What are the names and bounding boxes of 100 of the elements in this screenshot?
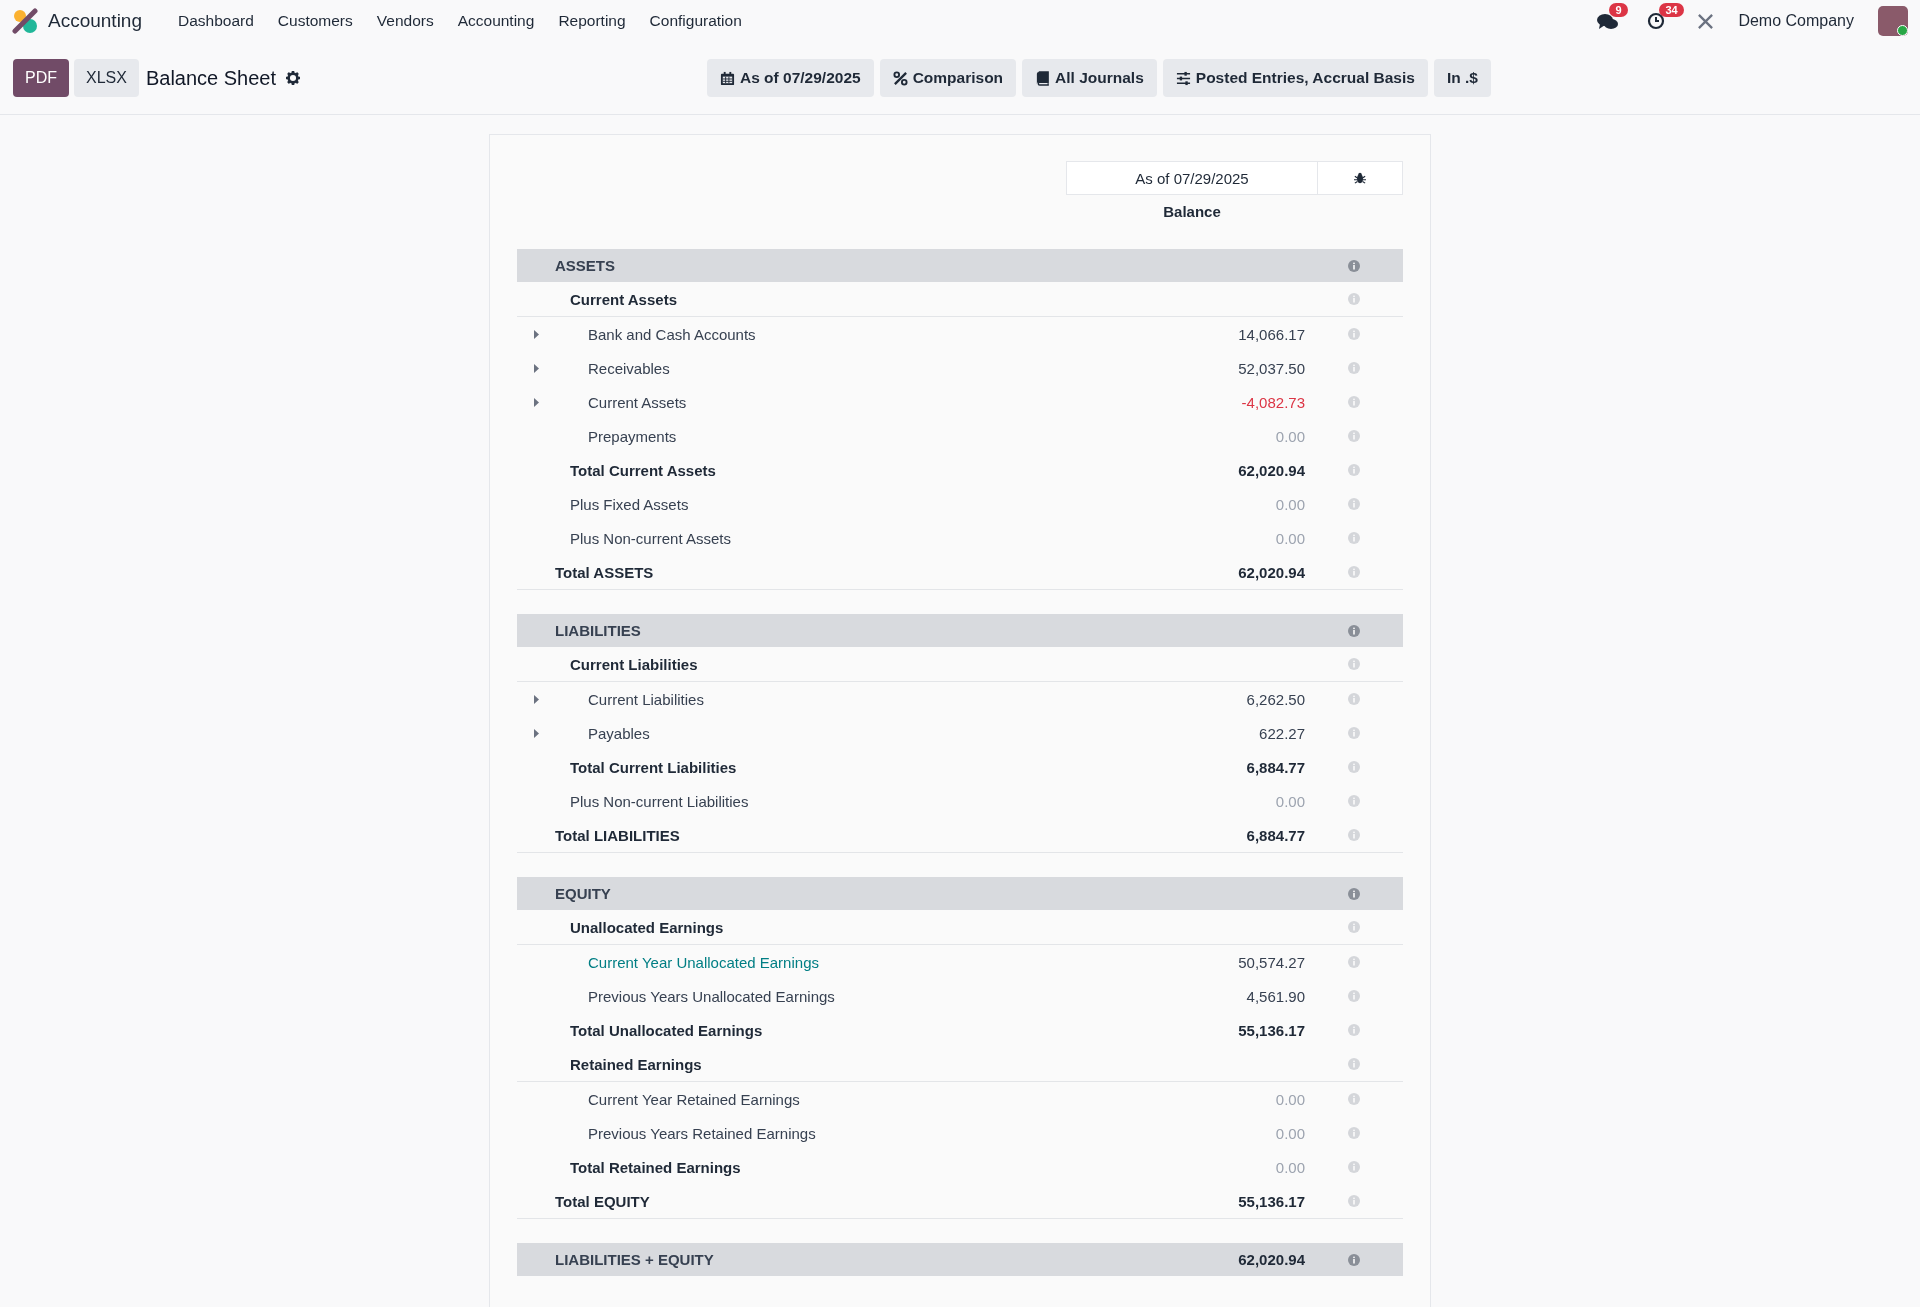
row-label: Prepayments — [588, 427, 677, 445]
info-icon[interactable] — [1348, 693, 1360, 705]
account-link[interactable]: Current Year Unallocated Earnings — [588, 953, 819, 971]
caret-icon[interactable] — [532, 694, 540, 704]
info-icon[interactable] — [1348, 829, 1360, 841]
info-icon[interactable] — [1348, 1093, 1360, 1105]
row-label: Receivables — [588, 359, 670, 377]
amount: 52,037.50 — [1238, 359, 1305, 377]
amount: 55,136.17 — [1238, 1192, 1305, 1210]
amount: 62,020.94 — [1238, 461, 1305, 479]
row-label: Total LIABILITIES — [555, 826, 680, 844]
info-icon[interactable] — [1348, 761, 1360, 773]
row-label: Total Current Assets — [570, 461, 716, 479]
info-icon[interactable] — [1348, 396, 1360, 408]
tools-icon[interactable] — [1697, 12, 1715, 30]
info-icon[interactable] — [1348, 1127, 1360, 1139]
section-label: EQUITY — [555, 885, 611, 902]
amount: 0.00 — [1275, 495, 1305, 513]
user-avatar[interactable] — [1878, 6, 1908, 36]
info-icon[interactable] — [1348, 1253, 1360, 1266]
menu-item[interactable]: Reporting — [546, 12, 638, 30]
info-icon[interactable] — [1348, 990, 1360, 1002]
row-label: Previous Years Unallocated Earnings — [588, 987, 835, 1005]
percent-icon — [892, 70, 908, 86]
info-icon[interactable] — [1348, 795, 1360, 807]
info-icon[interactable] — [1348, 362, 1360, 374]
company-name[interactable]: Demo Company — [1738, 12, 1854, 30]
menu-item[interactable]: Accounting — [445, 12, 547, 30]
row-label: Plus Non-current Assets — [570, 529, 731, 547]
caret-icon[interactable] — [532, 363, 540, 373]
amount: 0.00 — [1275, 792, 1305, 810]
amount: 0.00 — [1275, 427, 1305, 445]
amount: 0.00 — [1275, 1158, 1305, 1176]
app-logo[interactable] — [12, 8, 38, 34]
column-header: As of 07/29/2025 — [1066, 161, 1318, 195]
info-icon[interactable] — [1348, 1195, 1360, 1207]
info-icon[interactable] — [1348, 328, 1360, 340]
row-label: Current Liabilities — [570, 655, 698, 673]
column-subheader: Balance — [1162, 202, 1222, 222]
menu-item[interactable]: Vendors — [364, 12, 446, 30]
book-icon — [1035, 70, 1051, 86]
row-label: Payables — [588, 724, 650, 742]
row-label: Previous Years Retained Earnings — [588, 1124, 816, 1142]
info-icon[interactable] — [1348, 293, 1360, 305]
settings-icon[interactable] — [286, 71, 301, 85]
info-icon[interactable] — [1348, 921, 1360, 933]
info-icon[interactable] — [1348, 956, 1360, 968]
section-label: LIABILITIES — [555, 622, 641, 639]
info-icon[interactable] — [1348, 1058, 1360, 1070]
row-label: Plus Fixed Assets — [570, 495, 689, 513]
menu-item[interactable]: Configuration — [637, 12, 754, 30]
info-icon[interactable] — [1348, 1024, 1360, 1036]
caret-icon[interactable] — [532, 728, 540, 738]
info-icon[interactable] — [1348, 464, 1360, 476]
section-label: LIABILITIES + EQUITY — [555, 1251, 714, 1268]
info-icon[interactable] — [1348, 658, 1360, 670]
section-label: ASSETS — [555, 257, 615, 274]
report-title: Balance Sheet — [145, 66, 277, 90]
info-icon[interactable] — [1348, 532, 1360, 544]
amount: 14,066.17 — [1238, 325, 1305, 343]
menu-item[interactable]: Dashboard — [166, 12, 266, 30]
info-icon[interactable] — [1348, 498, 1360, 510]
amount: 50,574.27 — [1238, 953, 1305, 971]
amount: 62,020.94 — [1238, 563, 1305, 581]
amount: -4,082.73 — [1241, 393, 1305, 411]
info-icon[interactable] — [1348, 430, 1360, 442]
sliders-icon — [1175, 70, 1191, 86]
chat-icon[interactable] — [1597, 12, 1620, 30]
amount: 0.00 — [1275, 1124, 1305, 1142]
info-icon[interactable] — [1348, 259, 1360, 272]
menu-item[interactable]: Customers — [265, 12, 365, 30]
amount: 4,561.90 — [1246, 987, 1305, 1005]
info-icon[interactable] — [1348, 566, 1360, 578]
amount: 62,020.94 — [1238, 1251, 1305, 1268]
clock-icon[interactable] — [1647, 12, 1666, 30]
app-name[interactable]: Accounting — [48, 10, 142, 32]
row-label: Total EQUITY — [555, 1192, 650, 1210]
info-icon[interactable] — [1348, 887, 1360, 900]
caret-icon[interactable] — [532, 329, 540, 339]
caret-icon[interactable] — [532, 397, 540, 407]
activity-count-badge: 34 — [1659, 3, 1684, 17]
amount: 0.00 — [1275, 529, 1305, 547]
export-button[interactable]: XLSX — [74, 59, 139, 97]
row-label: Current Assets — [588, 393, 687, 411]
row-label: Total Unallocated Earnings — [570, 1021, 763, 1039]
info-icon[interactable] — [1348, 624, 1360, 637]
row-label: Total Current Liabilities — [570, 758, 737, 776]
export-button[interactable]: PDF — [13, 59, 69, 97]
row-label: Unallocated Earnings — [570, 918, 724, 936]
info-icon[interactable] — [1348, 727, 1360, 739]
amount: 6,262.50 — [1246, 690, 1305, 708]
calendar-icon — [720, 70, 735, 86]
debug-button[interactable] — [1318, 161, 1403, 195]
filter-button[interactable]: Posted Entries, Accrual Basis — [1162, 59, 1428, 97]
filter-button[interactable]: All Journals — [1022, 59, 1157, 97]
info-icon[interactable] — [1348, 1161, 1360, 1173]
row-label: Current Liabilities — [588, 690, 704, 708]
filter-button[interactable]: In .$ — [1433, 59, 1491, 97]
filter-button[interactable]: Comparison — [879, 59, 1017, 97]
filter-button[interactable]: As of 07/29/2025 — [707, 59, 874, 97]
